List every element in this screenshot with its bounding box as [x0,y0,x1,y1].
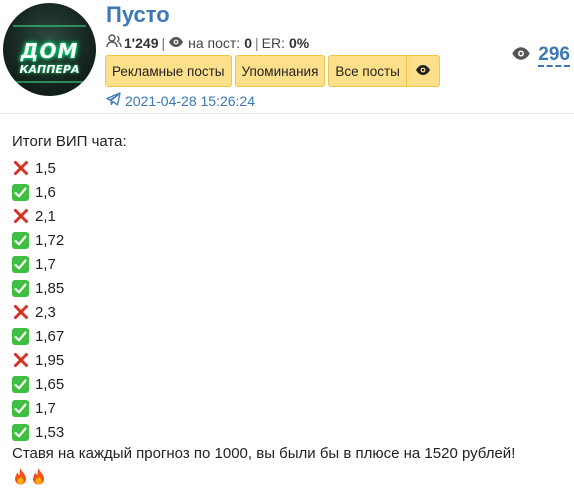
check-mark-icon [12,399,29,417]
result-odds: 2,3 [35,303,56,321]
result-row: 1,6 [12,180,570,204]
all-posts-button[interactable]: Все посты [328,55,406,87]
all-posts-button-group: Все посты [328,55,440,87]
result-odds: 1,5 [35,159,56,177]
result-row: 1,7 [12,396,570,420]
check-mark-icon [12,255,29,273]
result-odds: 1,72 [35,231,65,249]
channel-avatar[interactable]: ДОМ КАППЕРА [3,3,96,96]
preview-eye-button[interactable] [405,55,440,87]
eye-icon [415,64,431,79]
check-mark-icon [12,231,29,249]
post-filter-buttons: Рекламные посты Упоминания Все посты [105,55,440,87]
cross-mark-icon [12,352,29,369]
per-post-label: на пост: [188,34,241,51]
stats-separator: | [255,34,259,51]
result-row: 1,7 [12,252,570,276]
er-value: 0% [288,34,310,51]
result-row: 1,65 [12,372,570,396]
results-list: 1,5 1,6 2,1 1,72 1,7 1,85 2,3 1,67 1,95 1,65 1,7 1,… [12,156,570,444]
result-row: 1,72 [12,228,570,252]
check-mark-icon [12,327,29,345]
check-mark-icon [12,375,29,393]
result-row: 1,85 [12,276,570,300]
channel-stats: 1'249 | на пост: 0 | ER: 0% [106,34,309,51]
subscribers-icon [106,34,122,51]
eye-icon [168,35,184,51]
result-odds: 2,1 [35,207,56,225]
avatar-decoration [13,81,86,83]
result-odds: 1,7 [35,255,56,273]
cross-mark-icon [12,304,29,321]
cross-mark-icon [12,160,29,177]
emoji-row [12,467,570,490]
result-odds: 1,95 [35,351,65,369]
telegram-send-icon [106,92,121,109]
ads-posts-button[interactable]: Рекламные посты [105,55,232,87]
result-odds: 1,65 [35,375,65,393]
per-post-value: 0 [244,34,252,51]
fire-icon [12,467,29,490]
post-timestamp: 2021-04-28 15:26:24 [125,92,255,109]
result-row: 1,53 [12,420,570,444]
result-odds: 1,6 [35,183,56,201]
result-row: 2,3 [12,300,570,324]
result-odds: 1,7 [35,399,56,417]
avatar-decoration [13,25,86,27]
eye-icon [510,46,532,66]
subscribers-count: 1'249 [124,34,159,51]
post-body: Итоги ВИП чата: 1,5 1,6 2,1 1,72 1,7 1,85 2,3 1… [12,132,570,490]
check-mark-icon [12,423,29,441]
views-count-link[interactable]: 296 [538,45,570,67]
result-row: 1,67 [12,324,570,348]
result-row: 2,1 [12,204,570,228]
post-summary: Ставя на каждый прогноз по 1000, вы были… [12,445,516,462]
fire-icon [30,467,47,490]
result-odds: 1,53 [35,423,65,441]
post-date-link[interactable]: 2021-04-28 15:26:24 [106,92,255,109]
check-mark-icon [12,183,29,201]
channel-title-link[interactable]: Пусто [106,2,170,28]
result-row: 1,95 [12,348,570,372]
check-mark-icon [12,279,29,297]
result-odds: 1,67 [35,327,65,345]
avatar-title: ДОМ [20,39,79,63]
mentions-button[interactable]: Упоминания [234,55,326,87]
cross-mark-icon [12,208,29,225]
result-odds: 1,85 [35,279,65,297]
channel-header: ДОМ КАППЕРА Пусто 1'249 | на пост: 0 | E… [0,0,574,114]
er-label: ER: [261,34,285,51]
post-heading: Итоги ВИП чата: [12,133,127,150]
stats-separator: | [161,34,166,51]
avatar-subtitle: КАППЕРА [19,63,80,76]
result-row: 1,5 [12,156,570,180]
post-views: 296 [510,45,570,67]
